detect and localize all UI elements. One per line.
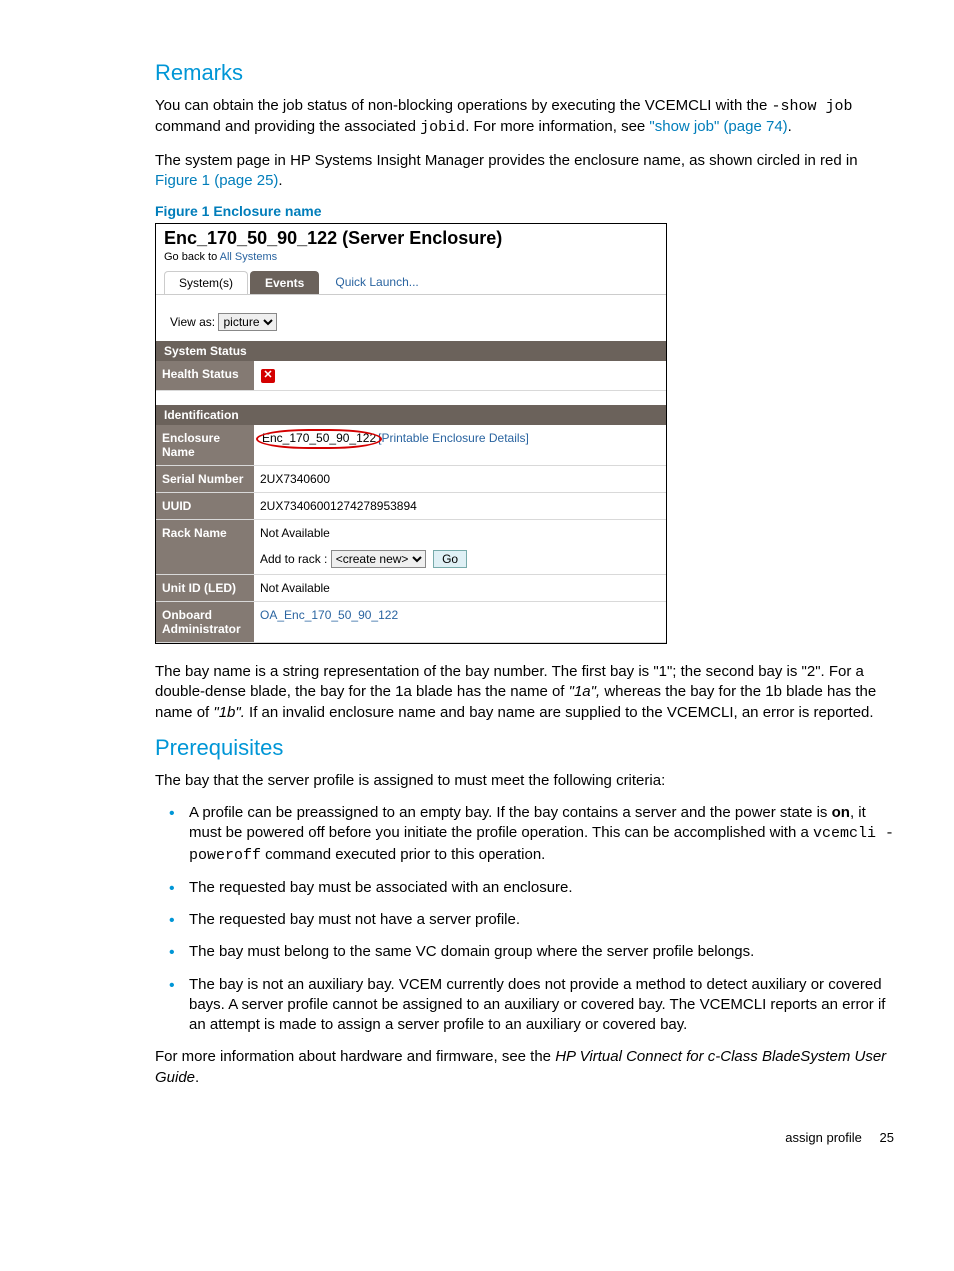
printable-details-link[interactable]: [Printable Enclosure Details] [378, 431, 529, 445]
enclosure-name-value: Enc_170_50_90_122 [260, 431, 378, 445]
enclosure-title: Enc_170_50_90_122 (Server Enclosure) [164, 228, 502, 248]
uuid-value: 2UX73406001274278953894 [254, 493, 666, 519]
text-bold: on [832, 804, 850, 821]
rack-name-row: Rack Name Not Available Add to rack : <c… [156, 520, 666, 575]
remarks-paragraph-1: You can obtain the job status of non-blo… [155, 96, 894, 139]
tab-systems[interactable]: System(s) [164, 271, 248, 294]
text-italic: "1a", [569, 683, 601, 700]
text: You can obtain the job status of non-blo… [155, 97, 772, 114]
onboard-admin-row: Onboard Administrator OA_Enc_170_50_90_1… [156, 602, 666, 643]
add-to-rack-select[interactable]: <create new> [331, 550, 426, 568]
list-item: The requested bay must not have a server… [155, 910, 894, 930]
health-status-row: Health Status ✕ [156, 361, 666, 391]
system-status-header: System Status [156, 341, 666, 361]
view-as-select[interactable]: picture [218, 313, 277, 331]
quick-launch-link[interactable]: Quick Launch... [321, 271, 432, 294]
enclosure-name-label: Enclosure Name [156, 425, 254, 465]
serial-number-row: Serial Number 2UX7340600 [156, 466, 666, 493]
enclosure-name-row: Enclosure Name Enc_170_50_90_122[Printab… [156, 425, 666, 466]
list-item: The bay is not an auxiliary bay. VCEM cu… [155, 975, 894, 1036]
view-as-row: View as: picture [156, 295, 666, 341]
tab-bar: System(s) Events Quick Launch... [156, 271, 666, 295]
text: If an invalid enclosure name and bay nam… [245, 704, 874, 721]
text: Go back to [164, 251, 220, 263]
text: command and providing the associated [155, 118, 420, 135]
list-item: The bay must belong to the same VC domai… [155, 942, 894, 962]
go-button[interactable]: Go [433, 550, 467, 568]
add-to-rack-label: Add to rack : [260, 552, 327, 566]
unit-id-value: Not Available [254, 575, 666, 601]
text: For more information about hardware and … [155, 1048, 555, 1065]
text: . [788, 118, 792, 135]
bay-name-paragraph: The bay name is a string representation … [155, 662, 894, 723]
figure-1-screenshot: Enc_170_50_90_122 (Server Enclosure) Go … [155, 223, 667, 644]
prerequisites-intro: The bay that the server profile is assig… [155, 771, 894, 791]
serial-number-label: Serial Number [156, 466, 254, 492]
identification-header: Identification [156, 405, 666, 425]
onboard-admin-link[interactable]: OA_Enc_170_50_90_122 [254, 602, 666, 642]
figure-caption: Figure 1 Enclosure name [155, 203, 894, 219]
text: The system page in HP Systems Insight Ma… [155, 152, 858, 169]
tab-events[interactable]: Events [250, 271, 319, 294]
code-jobid: jobid [420, 119, 465, 136]
text: command executed prior to this operation… [261, 846, 545, 863]
code-show-job: -show job [772, 98, 853, 115]
uuid-row: UUID 2UX73406001274278953894 [156, 493, 666, 520]
show-job-link[interactable]: "show job" (page 74) [649, 118, 787, 135]
text: . For more information, see [465, 118, 649, 135]
rack-name-label: Rack Name [156, 520, 254, 574]
text-italic: "1b". [213, 704, 245, 721]
more-info-paragraph: For more information about hardware and … [155, 1047, 894, 1088]
health-status-label: Health Status [156, 361, 254, 390]
onboard-admin-label: Onboard Administrator [156, 602, 254, 642]
list-item: A profile can be preassigned to an empty… [155, 803, 894, 866]
prerequisites-heading: Prerequisites [155, 735, 894, 761]
list-item: The requested bay must be associated wit… [155, 878, 894, 898]
page-number: 25 [880, 1130, 894, 1145]
figure-1-link[interactable]: Figure 1 (page 25) [155, 172, 278, 189]
remarks-paragraph-2: The system page in HP Systems Insight Ma… [155, 151, 894, 192]
unit-id-row: Unit ID (LED) Not Available [156, 575, 666, 602]
uuid-label: UUID [156, 493, 254, 519]
remarks-heading: Remarks [155, 60, 894, 86]
rack-name-value: Not Available [260, 526, 660, 540]
unit-id-label: Unit ID (LED) [156, 575, 254, 601]
view-as-label: View as: [170, 315, 215, 329]
text: . [278, 172, 282, 189]
error-icon: ✕ [260, 368, 276, 384]
go-back-line: Go back to All Systems [156, 251, 666, 271]
prerequisites-list: A profile can be preassigned to an empty… [155, 803, 894, 1035]
text: . [195, 1069, 199, 1086]
all-systems-link[interactable]: All Systems [220, 251, 277, 263]
serial-number-value: 2UX7340600 [254, 466, 666, 492]
text: A profile can be preassigned to an empty… [189, 804, 832, 821]
footer-label: assign profile [785, 1130, 862, 1145]
page-footer: assign profile 25 [155, 1100, 894, 1145]
